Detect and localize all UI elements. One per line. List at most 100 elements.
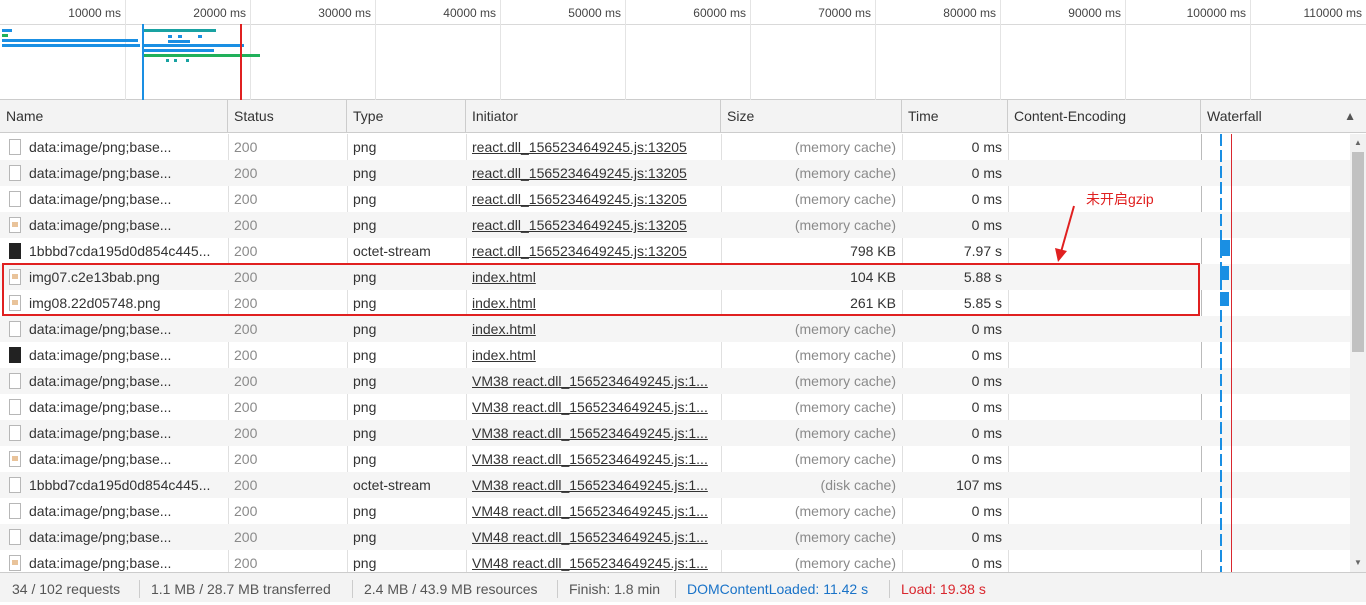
table-row[interactable]: data:image/png;base... 200 png index.html (m… — [0, 316, 1350, 342]
column-header-time[interactable]: Time — [902, 100, 1008, 133]
request-initiator-link[interactable]: react.dll_1565234649245.js:13205 — [466, 212, 721, 238]
overview-tick-label: 100000 ms — [1186, 6, 1246, 20]
request-name: data:image/png;base... — [29, 503, 172, 519]
column-header-waterfall-label: Waterfall — [1207, 108, 1262, 124]
scroll-up-icon[interactable]: ▲ — [1350, 136, 1366, 150]
dom-content-loaded-marker — [142, 24, 144, 100]
overview-request-bar — [166, 59, 169, 62]
request-initiator-link[interactable]: VM38 react.dll_1565234649245.js:1... — [466, 394, 721, 420]
status-divider — [557, 580, 558, 598]
overview-timeline[interactable]: 10000 ms 20000 ms 30000 ms 40000 ms 5000… — [0, 0, 1366, 100]
request-content-encoding — [1008, 238, 1201, 264]
table-row[interactable]: data:image/png;base... 200 png VM48 react.d… — [0, 498, 1350, 524]
dom-content-loaded-line — [1220, 134, 1222, 572]
column-header-type[interactable]: Type — [347, 100, 466, 133]
sort-ascending-icon[interactable]: ▲ — [1344, 109, 1356, 123]
table-row[interactable]: data:image/png;base... 200 png index.html (m… — [0, 342, 1350, 368]
annotation-text: 未开启gzip — [1086, 191, 1154, 207]
request-size: (memory cache) — [794, 139, 896, 155]
request-size: (memory cache) — [794, 529, 896, 545]
request-initiator-link[interactable]: react.dll_1565234649245.js:13205 — [466, 134, 721, 160]
scroll-down-icon[interactable]: ▼ — [1350, 556, 1366, 570]
request-size: 798 KB — [850, 243, 896, 259]
request-initiator-link[interactable]: react.dll_1565234649245.js:13205 — [466, 186, 721, 212]
request-content-encoding — [1008, 472, 1201, 498]
network-table-header: Name Status Type Initiator Size Time Con… — [0, 100, 1366, 133]
request-status: 200 — [234, 529, 258, 545]
table-row[interactable]: data:image/png;base... 200 png VM38 react.d… — [0, 420, 1350, 446]
request-name: data:image/png;base... — [29, 191, 172, 207]
request-content-encoding — [1008, 134, 1201, 160]
table-row[interactable]: data:image/png;base... 200 png react.dll_15… — [0, 212, 1350, 238]
highlight-box — [2, 263, 1200, 316]
status-divider — [675, 580, 676, 598]
request-size: (memory cache) — [794, 347, 896, 363]
table-row[interactable]: data:image/png;base... 200 png VM38 react.d… — [0, 446, 1350, 472]
request-type: octet-stream — [353, 243, 431, 259]
overview-request-bar — [198, 35, 202, 38]
request-initiator-link[interactable]: VM38 react.dll_1565234649245.js:1... — [466, 446, 721, 472]
overview-request-bar — [144, 29, 216, 32]
request-time: 0 ms — [971, 165, 1002, 181]
request-name: data:image/png;base... — [29, 555, 172, 571]
waterfall-bar[interactable] — [1220, 240, 1230, 256]
table-row[interactable]: data:image/png;base... 200 png VM48 react.d… — [0, 550, 1350, 572]
scrollbar-thumb[interactable] — [1352, 152, 1364, 352]
column-header-name[interactable]: Name — [0, 100, 228, 133]
table-row[interactable]: data:image/png;base... 200 png react.dll_15… — [0, 160, 1350, 186]
column-header-waterfall[interactable]: Waterfall ▲ — [1201, 100, 1366, 133]
waterfall-bar[interactable] — [1220, 266, 1229, 280]
overview-tick-label: 50000 ms — [568, 6, 621, 20]
request-initiator-link[interactable]: index.html — [466, 316, 721, 342]
request-type: png — [353, 529, 377, 545]
table-row[interactable]: data:image/png;base... 200 png VM38 react.d… — [0, 368, 1350, 394]
request-size: (memory cache) — [794, 165, 896, 181]
column-header-content-encoding[interactable]: Content-Encoding — [1008, 100, 1201, 133]
overview-request-bar — [2, 39, 138, 42]
dom-content-loaded-time: DOMContentLoaded: 11.42 s — [687, 581, 869, 597]
request-initiator-link[interactable]: VM38 react.dll_1565234649245.js:1... — [466, 472, 721, 498]
request-size: (disk cache) — [820, 477, 896, 493]
request-type: png — [353, 451, 377, 467]
status-divider — [352, 580, 353, 598]
overview-tick-label: 20000 ms — [193, 6, 246, 20]
request-time: 0 ms — [971, 373, 1002, 389]
table-row[interactable]: 1bbbd7cda195d0d854c445... 200 octet-stream… — [0, 472, 1350, 498]
request-initiator-link[interactable]: VM38 react.dll_1565234649245.js:1... — [466, 368, 721, 394]
request-name: 1bbbd7cda195d0d854c445... — [29, 243, 211, 259]
load-line — [1231, 134, 1232, 572]
request-initiator-link[interactable]: VM38 react.dll_1565234649245.js:1... — [466, 420, 721, 446]
table-row[interactable]: data:image/png;base... 200 png react.dll_15… — [0, 134, 1350, 160]
request-time: 0 ms — [971, 425, 1002, 441]
request-initiator-link[interactable]: VM48 react.dll_1565234649245.js:1... — [466, 498, 721, 524]
resources-size: 2.4 MB / 43.9 MB resources — [364, 581, 538, 597]
request-initiator-link[interactable]: react.dll_1565234649245.js:13205 — [466, 238, 721, 264]
overview-gridline — [875, 0, 876, 100]
column-header-size[interactable]: Size — [721, 100, 902, 133]
request-type: png — [353, 217, 377, 233]
request-type: png — [353, 139, 377, 155]
request-initiator-link[interactable]: react.dll_1565234649245.js:13205 — [466, 160, 721, 186]
column-header-initiator[interactable]: Initiator — [466, 100, 721, 133]
request-status: 200 — [234, 321, 258, 337]
overview-tick-label: 30000 ms — [318, 6, 371, 20]
waterfall-bar[interactable] — [1220, 292, 1229, 306]
request-time: 0 ms — [971, 347, 1002, 363]
request-initiator-link[interactable]: index.html — [466, 342, 721, 368]
table-row[interactable]: 1bbbd7cda195d0d854c445... 200 octet-stream… — [0, 238, 1350, 264]
request-type: png — [353, 399, 377, 415]
load-time: Load: 19.38 s — [901, 581, 986, 597]
request-content-encoding — [1008, 316, 1201, 342]
request-initiator-link[interactable]: VM48 react.dll_1565234649245.js:1... — [466, 550, 721, 572]
overview-gridline — [1000, 0, 1001, 100]
table-row[interactable]: data:image/png;base... 200 png VM38 react.d… — [0, 394, 1350, 420]
request-status: 200 — [234, 191, 258, 207]
request-name: data:image/png;base... — [29, 425, 172, 441]
request-status: 200 — [234, 555, 258, 571]
overview-request-bar — [168, 35, 172, 38]
column-header-status[interactable]: Status — [228, 100, 347, 133]
request-size: (memory cache) — [794, 503, 896, 519]
request-initiator-link[interactable]: VM48 react.dll_1565234649245.js:1... — [466, 524, 721, 550]
table-row[interactable]: data:image/png;base... 200 png VM48 react.d… — [0, 524, 1350, 550]
vertical-scrollbar[interactable]: ▲ ▼ — [1350, 134, 1366, 572]
